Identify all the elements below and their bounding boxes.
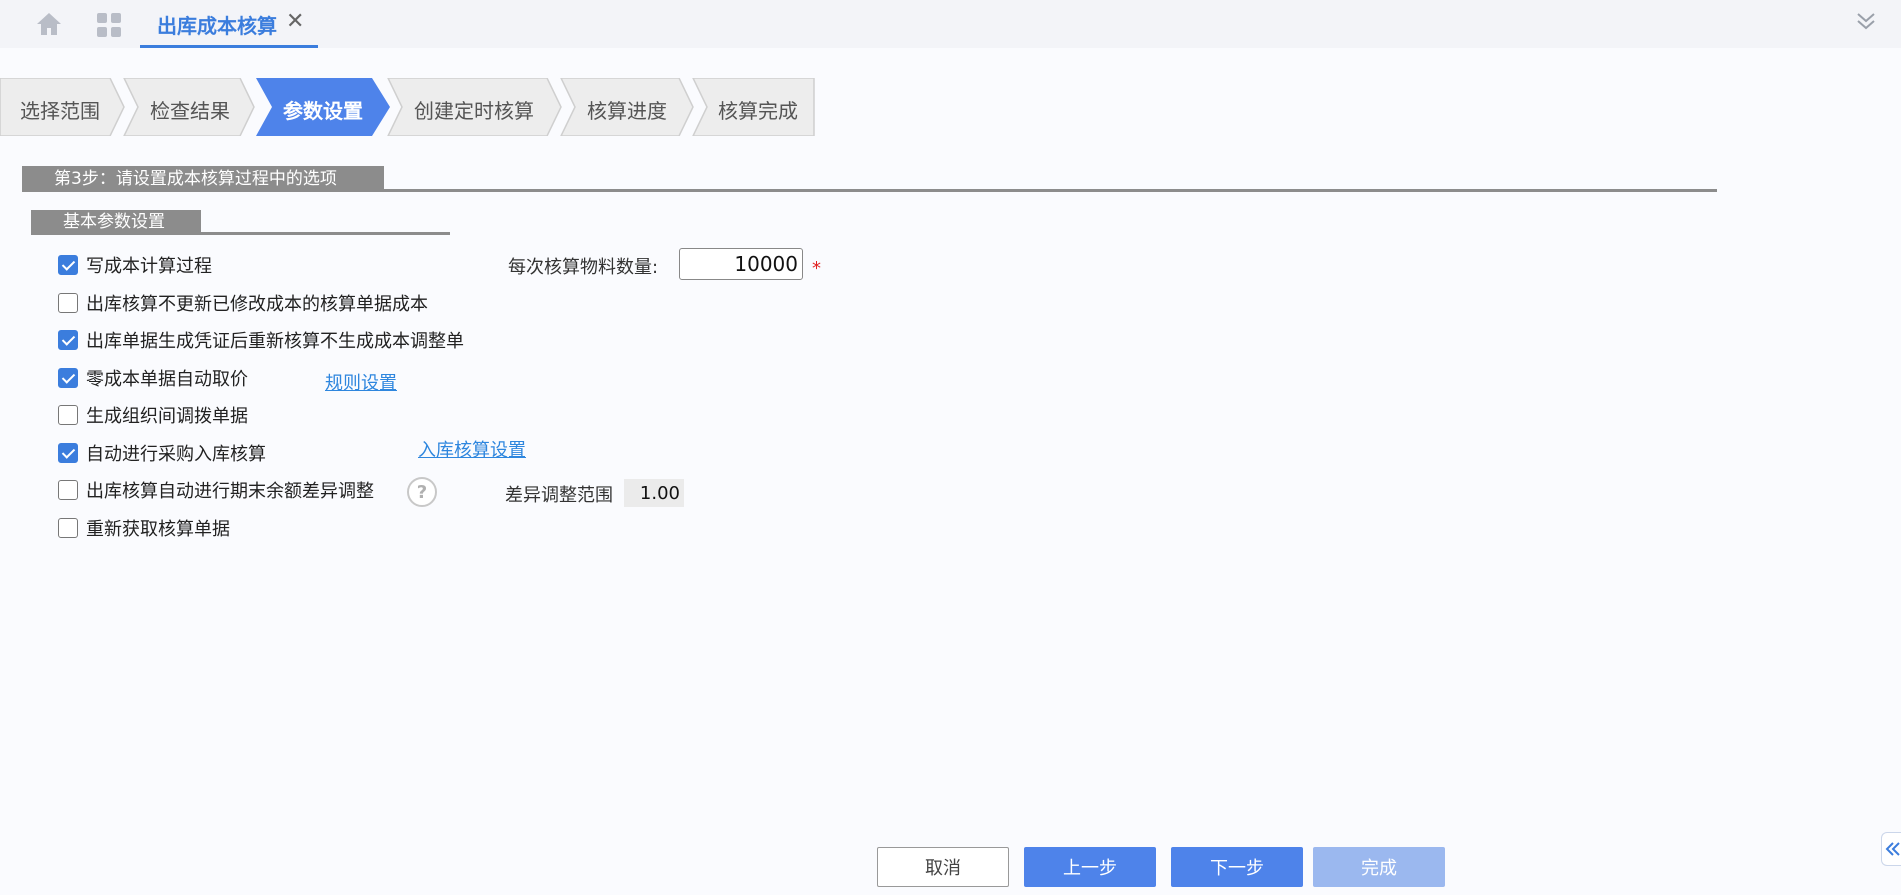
svg-text:?: ?: [417, 482, 427, 503]
quantity-input[interactable]: [679, 248, 803, 280]
sub-section-divider: [31, 232, 450, 235]
prev-step-button[interactable]: 上一步: [1024, 847, 1156, 887]
checkbox[interactable]: [58, 293, 78, 313]
option-inter-org-transfer[interactable]: 生成组织间调拨单据: [58, 403, 248, 427]
top-bar: 出库成本核算 ✕: [0, 0, 1901, 48]
step-complete: 核算完成: [718, 99, 798, 123]
step-create-scheduled: 创建定时核算: [414, 99, 534, 123]
home-icon[interactable]: [36, 12, 62, 36]
wizard-steps-shapes: [0, 78, 815, 136]
step-progress: 核算进度: [587, 99, 667, 123]
option-label: 零成本单据自动取价: [86, 369, 248, 390]
step-select-range: 选择范围: [20, 99, 100, 123]
step-check-results: 检查结果: [150, 99, 230, 123]
diff-range-label: 差异调整范围: [505, 485, 613, 506]
checkbox[interactable]: [58, 330, 78, 350]
checkbox[interactable]: [58, 405, 78, 425]
cancel-button[interactable]: 取消: [877, 847, 1009, 887]
option-no-update-modified-cost[interactable]: 出库核算不更新已修改成本的核算单据成本: [58, 291, 428, 315]
checkbox[interactable]: [58, 443, 78, 463]
option-write-cost-process[interactable]: 写成本计算过程: [58, 253, 212, 277]
option-label: 生成组织间调拨单据: [86, 406, 248, 427]
step-parameter-settings: 参数设置: [283, 99, 363, 123]
checkbox[interactable]: [58, 518, 78, 538]
apps-grid-icon[interactable]: [96, 12, 122, 38]
option-zero-cost-auto-price[interactable]: 零成本单据自动取价: [58, 366, 248, 390]
option-refetch-documents[interactable]: 重新获取核算单据: [58, 516, 230, 540]
option-label: 出库单据生成凭证后重新核算不生成成本调整单: [86, 331, 464, 352]
option-period-end-diff-adjust[interactable]: 出库核算自动进行期末余额差异调整: [58, 478, 374, 502]
wizard-steps: 选择范围 检查结果 参数设置 创建定时核算 核算进度 核算完成: [0, 78, 815, 136]
question-circle-icon[interactable]: ?: [406, 476, 438, 508]
checkbox[interactable]: [58, 368, 78, 388]
close-icon[interactable]: ✕: [286, 9, 304, 34]
required-mark: *: [812, 258, 821, 279]
option-auto-purchase-inbound[interactable]: 自动进行采购入库核算: [58, 441, 266, 465]
finish-button[interactable]: 完成: [1313, 847, 1445, 887]
next-step-button[interactable]: 下一步: [1171, 847, 1303, 887]
side-panel-handle[interactable]: [1881, 832, 1901, 866]
rule-settings-link[interactable]: 规则设置: [325, 369, 397, 395]
checkbox[interactable]: [58, 255, 78, 275]
tab-cost-accounting[interactable]: 出库成本核算 ✕: [140, 0, 318, 48]
double-chevron-left-icon: [1885, 842, 1900, 856]
option-label: 自动进行采购入库核算: [86, 444, 266, 465]
diff-range-input[interactable]: [624, 479, 684, 507]
option-label: 出库核算不更新已修改成本的核算单据成本: [86, 294, 428, 315]
checkbox[interactable]: [58, 480, 78, 500]
option-label: 重新获取核算单据: [86, 519, 230, 540]
double-chevron-down-icon[interactable]: [1855, 10, 1877, 32]
section-divider: [22, 189, 1717, 192]
quantity-label: 每次核算物料数量:: [508, 257, 659, 278]
inbound-settings-link[interactable]: 入库核算设置: [418, 436, 526, 462]
tab-title: 出库成本核算: [157, 14, 277, 38]
option-label: 出库核算自动进行期末余额差异调整: [86, 481, 374, 502]
option-label: 写成本计算过程: [86, 256, 212, 277]
option-no-cost-adjustment[interactable]: 出库单据生成凭证后重新核算不生成成本调整单: [58, 328, 464, 352]
